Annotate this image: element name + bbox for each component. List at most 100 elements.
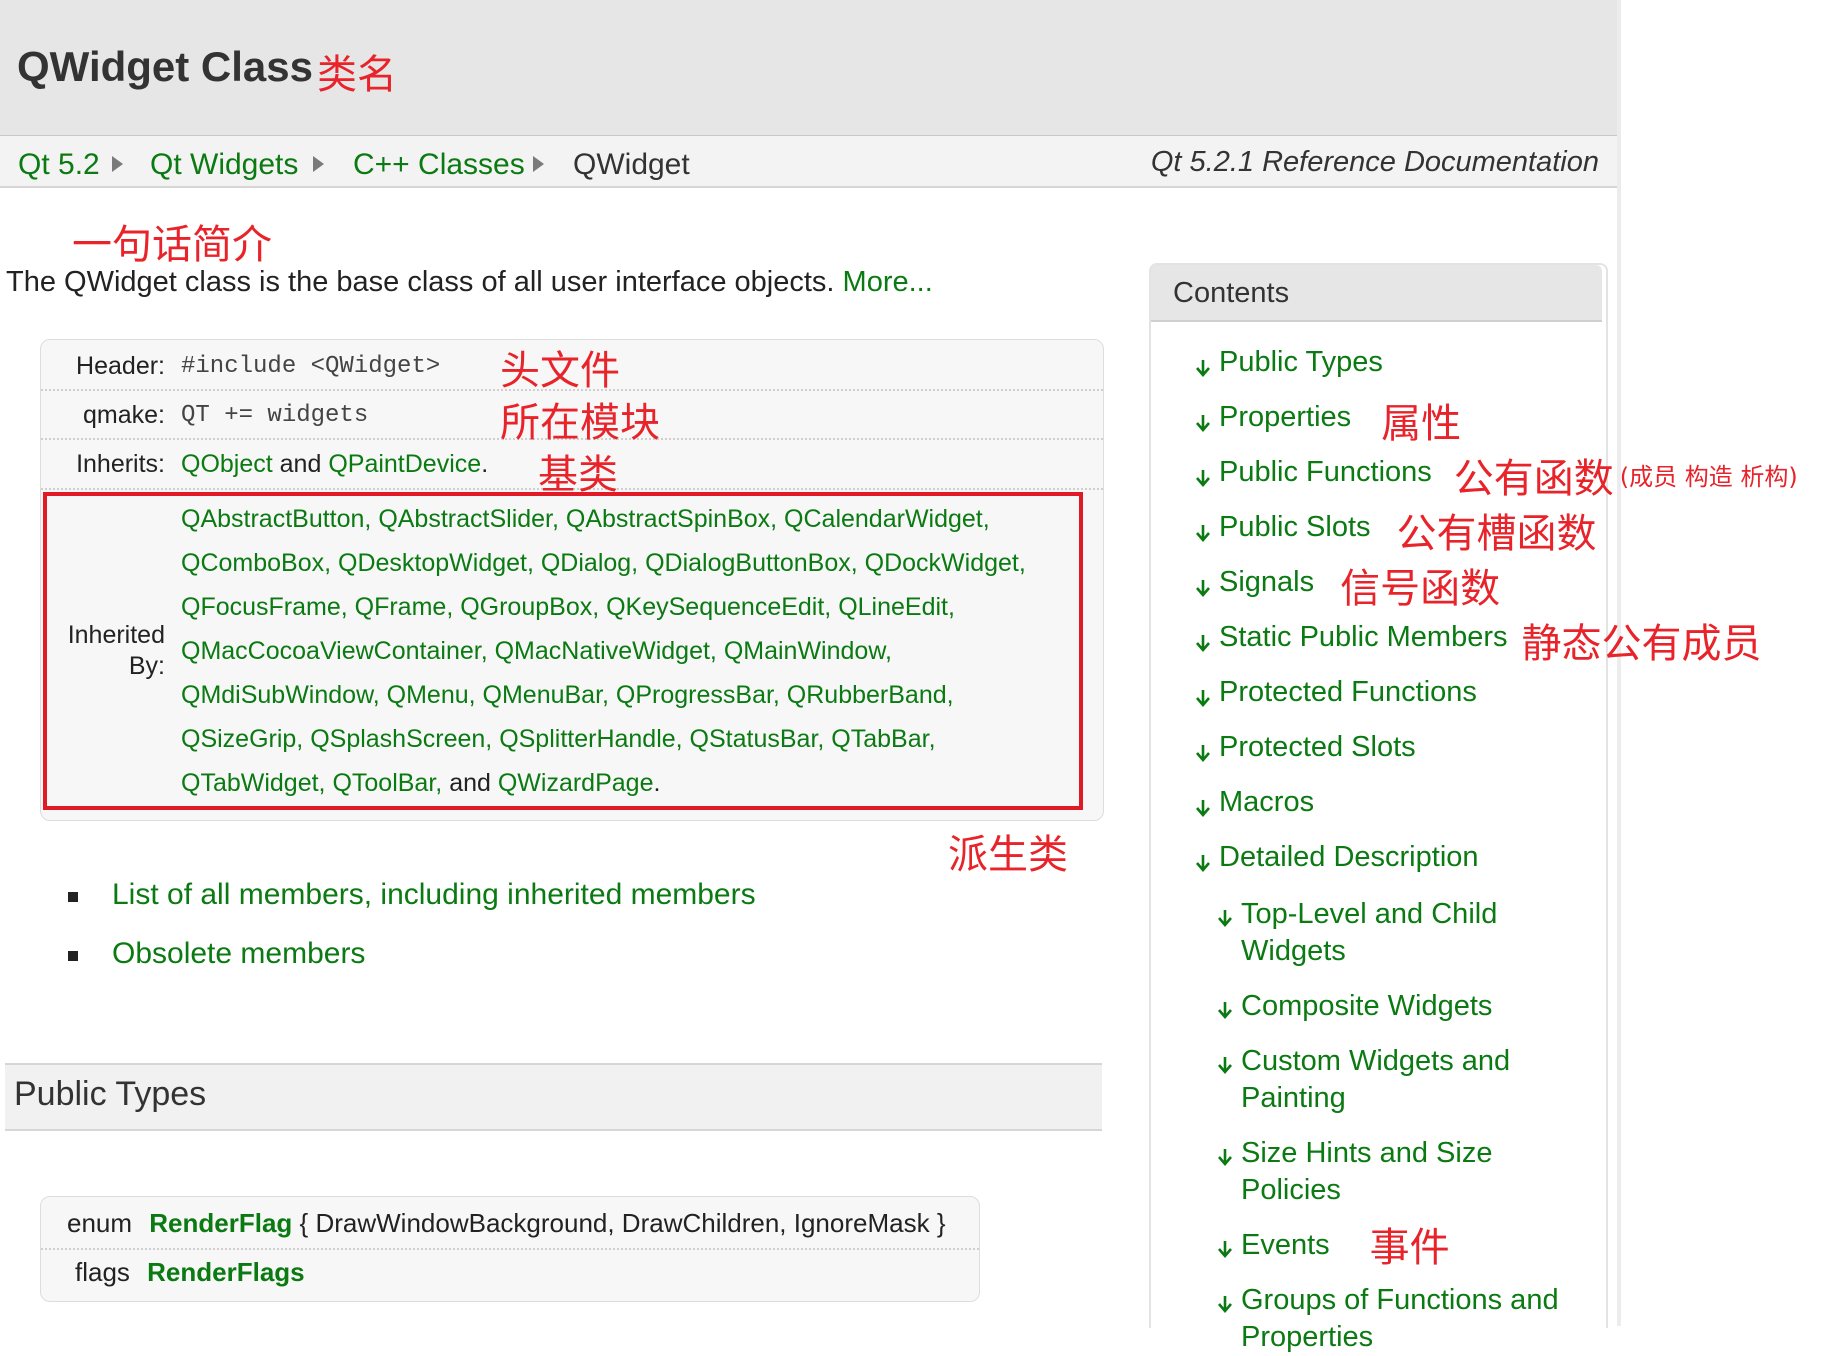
public-types-table: enum RenderFlag { DrawWindowBackground, …: [40, 1196, 980, 1302]
down-arrow-icon: [1195, 468, 1211, 488]
public-types-title: Public Types: [14, 1075, 207, 1113]
inherits-label: Inherits:: [76, 450, 165, 478]
down-arrow-icon: [1217, 1294, 1233, 1314]
renderflag-link[interactable]: RenderFlag: [149, 1208, 292, 1238]
qobject-link[interactable]: QObject: [181, 450, 273, 478]
inherited-by-line[interactable]: QFocusFrame, QFrame, QGroupBox, QKeySequ…: [181, 593, 955, 622]
contents-item[interactable]: Public Functions: [1219, 456, 1432, 489]
qmake-annotation: 所在模块: [500, 400, 660, 446]
row-divider: [41, 1248, 979, 1250]
contents-item[interactable]: Static Public Members: [1219, 621, 1508, 654]
contents-item-annotation: 公有函数: [1453, 456, 1614, 502]
contents-sub-item-line: Groups of Functions and: [1241, 1284, 1559, 1316]
inherited-by-line[interactable]: QMacCocoaViewContainer, QMacNativeWidget…: [181, 637, 892, 666]
breadcrumb-arrow-icon: [313, 156, 324, 172]
qpaintdevice-link[interactable]: QPaintDevice: [328, 450, 481, 478]
down-arrow-icon: [1195, 633, 1211, 653]
contents-item-annotation-note: (成员 构造 析构): [1619, 463, 1798, 491]
contents-item[interactable]: Macros: [1219, 786, 1314, 819]
contents-sub-item-line: Composite Widgets: [1241, 990, 1493, 1022]
contents-item[interactable]: Protected Functions: [1219, 676, 1477, 709]
inherited-by-line-last: QTabWidget, QToolBar, and QWizardPage.: [181, 769, 660, 798]
contents-sub-item[interactable]: Groups of Functions and Properties: [1241, 1282, 1559, 1356]
contents-sub-item-line: Painting: [1241, 1082, 1346, 1114]
down-arrow-icon: [1217, 1000, 1233, 1020]
down-arrow-icon: [1217, 1239, 1233, 1259]
qmake-value: QT += widgets: [181, 402, 369, 429]
contents-title: Contents: [1173, 277, 1290, 309]
breadcrumb-arrow-icon: [533, 156, 544, 172]
bullet-icon: [68, 951, 78, 961]
contents-item[interactable]: Public Types: [1219, 346, 1383, 379]
contents-sub-item-line: Top-Level and Child: [1241, 898, 1498, 930]
inherited-by-line[interactable]: QMdiSubWindow, QMenu, QMenuBar, QProgres…: [181, 681, 954, 710]
contents-sub-item-line: Properties: [1241, 1321, 1374, 1353]
inherited-by-annotation: 派生类: [948, 832, 1068, 878]
contents-item[interactable]: Properties: [1219, 401, 1351, 434]
down-arrow-icon: [1195, 688, 1211, 708]
contents-item-annotation: 属性: [1381, 401, 1462, 447]
inherited-by-period: .: [653, 769, 661, 797]
contents-item-annotation: 静态公有成员: [1521, 621, 1762, 667]
page-title: QWidget Class: [17, 43, 314, 90]
inherited-by-links[interactable]: QTabWidget, QToolBar,: [181, 769, 442, 797]
all-members-link[interactable]: List of all members, including inherited…: [112, 878, 756, 912]
contents-sub-item[interactable]: Custom Widgets and Painting: [1241, 1043, 1510, 1117]
qmake-label: qmake:: [83, 401, 165, 429]
more-link[interactable]: More...: [843, 266, 933, 298]
down-arrow-icon: [1195, 798, 1211, 818]
summary-annotation: 一句话简介: [72, 222, 272, 268]
header-annotation: 头文件: [500, 348, 620, 394]
bullet-icon: [68, 892, 78, 902]
enum-values: { DrawWindowBackground, DrawChildren, Ig…: [299, 1208, 946, 1238]
contents-sub-item[interactable]: Size Hints and Size Policies: [1241, 1135, 1492, 1209]
contents-sub-item[interactable]: Composite Widgets: [1241, 988, 1492, 1025]
enum-keyword: enum: [67, 1208, 133, 1238]
down-arrow-icon: [1195, 743, 1211, 763]
contents-item-annotation: 事件: [1369, 1225, 1450, 1271]
inherits-period: .: [481, 450, 489, 478]
down-arrow-icon: [1195, 358, 1211, 378]
breadcrumb-arrow-icon: [112, 156, 123, 172]
breadcrumb-item-cpp-classes[interactable]: C++ Classes: [353, 148, 525, 182]
contents-item[interactable]: Detailed Description: [1219, 841, 1479, 874]
contents-sub-item-line: Widgets: [1241, 935, 1346, 967]
contents-sub-item-line: Size Hints and Size: [1241, 1137, 1493, 1169]
inherited-by-line[interactable]: QComboBox, QDesktopWidget, QDialog, QDia…: [181, 549, 1026, 578]
down-arrow-icon: [1217, 1055, 1233, 1075]
contents-sub-item-line: Custom Widgets and: [1241, 1045, 1511, 1077]
breadcrumb-item-qt[interactable]: Qt 5.2: [18, 148, 100, 182]
inherits-and: and: [279, 450, 322, 478]
inherited-by-label-line2: By:: [128, 652, 165, 680]
renderflags-link[interactable]: RenderFlags: [147, 1257, 305, 1287]
down-arrow-icon: [1195, 578, 1211, 598]
inherits-value: QObject and QPaintDevice.: [181, 450, 488, 479]
down-arrow-icon: [1195, 413, 1211, 433]
obsolete-members-link[interactable]: Obsolete members: [112, 937, 365, 971]
contents-item[interactable]: Public Slots: [1219, 511, 1371, 544]
down-arrow-icon: [1195, 523, 1211, 543]
header-value: #include <QWidget>: [181, 353, 441, 380]
down-arrow-icon: [1195, 853, 1211, 873]
header-label: Header:: [76, 352, 165, 380]
class-summary: The QWidget class is the base class of a…: [6, 266, 933, 299]
inherited-by-label: Inherited By:: [52, 620, 165, 682]
inherited-by-label-line1: Inherited: [67, 621, 165, 649]
table-row: enum RenderFlag { DrawWindowBackground, …: [67, 1208, 946, 1239]
down-arrow-icon: [1217, 908, 1233, 928]
contents-sub-item-line: Policies: [1241, 1174, 1341, 1206]
flags-keyword: flags: [75, 1257, 130, 1287]
contents-item-annotation: 信号函数: [1340, 566, 1501, 612]
breadcrumb-current: QWidget: [573, 148, 690, 181]
inherited-by-line[interactable]: QSizeGrip, QSplashScreen, QSplitterHandl…: [181, 725, 936, 754]
contents-item[interactable]: Protected Slots: [1219, 731, 1416, 764]
title-annotation: 类名: [317, 52, 397, 98]
table-row: flags RenderFlags: [75, 1257, 305, 1288]
contents-item[interactable]: Signals: [1219, 566, 1314, 599]
qwizardpage-link[interactable]: QWizardPage: [498, 769, 654, 797]
breadcrumb-item-qt-widgets[interactable]: Qt Widgets: [150, 148, 298, 182]
contents-sub-item[interactable]: Top-Level and Child Widgets: [1241, 896, 1497, 970]
inherited-by-line[interactable]: QAbstractButton, QAbstractSlider, QAbstr…: [181, 505, 990, 534]
contents-item-annotation: 公有槽函数: [1396, 511, 1597, 557]
contents-sub-item[interactable]: Events: [1241, 1227, 1330, 1264]
